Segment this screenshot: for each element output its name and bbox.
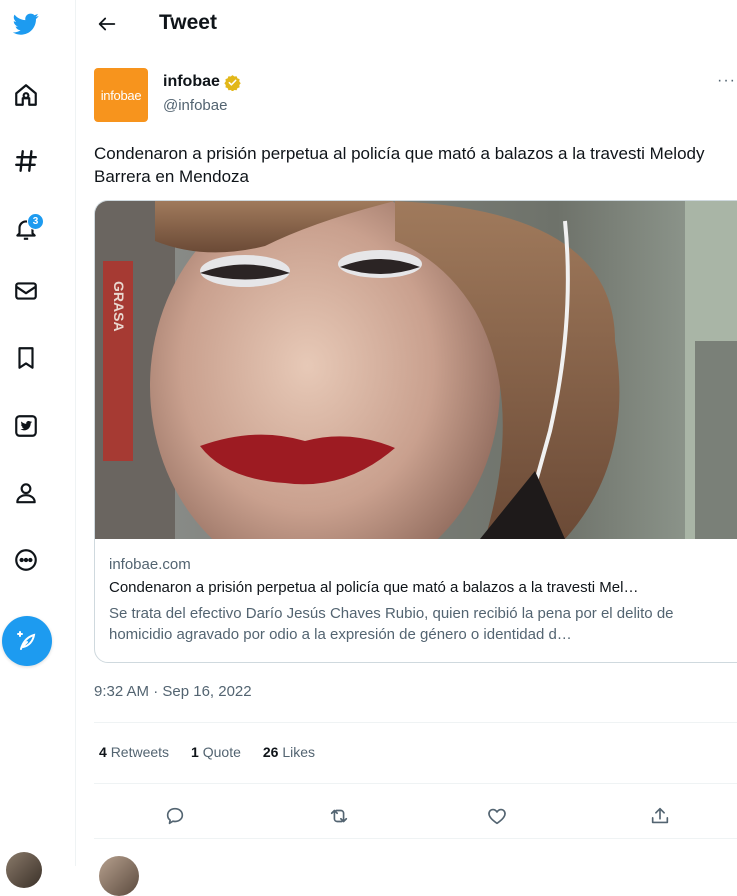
twitter-blue-icon[interactable] <box>10 410 42 442</box>
verified-gold-badge-icon <box>224 74 241 91</box>
divider <box>94 838 737 839</box>
notifications-bell-icon[interactable]: 3 <box>10 213 44 245</box>
card-description: Se trata del efectivo Darío Jesús Chaves… <box>109 605 674 643</box>
author-name[interactable]: infobae <box>163 73 241 91</box>
messages-envelope-icon[interactable] <box>10 275 42 307</box>
home-icon[interactable] <box>10 79 42 111</box>
card-image: GRASA <box>95 201 737 539</box>
tweet-detail: Tweet infobae infobae @infobae ··· Conde… <box>77 0 737 896</box>
compose-button[interactable] <box>2 616 52 666</box>
more-circle-icon[interactable] <box>10 544 42 576</box>
retweets-stat[interactable]: 4 Retweets <box>99 744 169 760</box>
notifications-badge: 3 <box>27 213 44 230</box>
likes-label: Likes <box>282 744 316 760</box>
likes-count: 26 <box>262 744 279 760</box>
divider <box>94 722 737 723</box>
author-avatar[interactable]: infobae <box>94 68 148 122</box>
explore-hashtag-icon[interactable] <box>10 145 42 177</box>
card-domain: infobae.com <box>109 556 191 573</box>
tweet-actions <box>77 796 737 836</box>
author-name-text: infobae <box>163 73 220 90</box>
quotes-stat[interactable]: 1 Quote <box>191 744 241 760</box>
author-handle[interactable]: @infobae <box>163 97 227 114</box>
page-title: Tweet <box>159 11 217 34</box>
quotes-label: Quote <box>202 744 241 760</box>
page-header: Tweet <box>77 0 737 50</box>
retweets-count: 4 <box>99 744 107 760</box>
retweets-label: Retweets <box>110 744 170 760</box>
account-avatar[interactable] <box>6 852 42 888</box>
author-avatar-logo-text: infobae <box>100 87 142 103</box>
retweet-icon[interactable] <box>319 796 359 836</box>
bookmarks-icon[interactable] <box>10 342 42 374</box>
twitter-logo-icon[interactable] <box>10 8 42 40</box>
tweet-timestamp[interactable]: 9:32 AM · Sep 16, 2022 <box>94 683 252 700</box>
compose-feather-icon <box>17 631 36 650</box>
divider <box>94 783 737 784</box>
like-heart-icon[interactable] <box>477 796 517 836</box>
back-arrow-icon[interactable] <box>95 12 119 36</box>
reply-icon[interactable] <box>155 796 195 836</box>
tweet-text: Condenaron a prisión perpetua al policía… <box>94 144 705 186</box>
quotes-count: 1 <box>191 744 199 760</box>
likes-stat[interactable]: 26 Likes <box>263 744 315 760</box>
card-title: Condenaron a prisión perpetua al policía… <box>109 579 639 596</box>
tweet-stats: 4 Retweets 1 Quote 26 Likes <box>99 744 315 760</box>
more-options-button[interactable]: ··· <box>717 72 736 90</box>
link-preview-card[interactable]: GRASA infobae.com Condenaron a prisión p… <box>94 200 737 663</box>
sidebar-nav: 3 <box>0 0 76 888</box>
reply-user-avatar[interactable] <box>99 856 139 896</box>
share-icon[interactable] <box>640 796 680 836</box>
profile-icon[interactable] <box>10 477 42 509</box>
card-image-sign-text: GRASA <box>111 281 127 332</box>
